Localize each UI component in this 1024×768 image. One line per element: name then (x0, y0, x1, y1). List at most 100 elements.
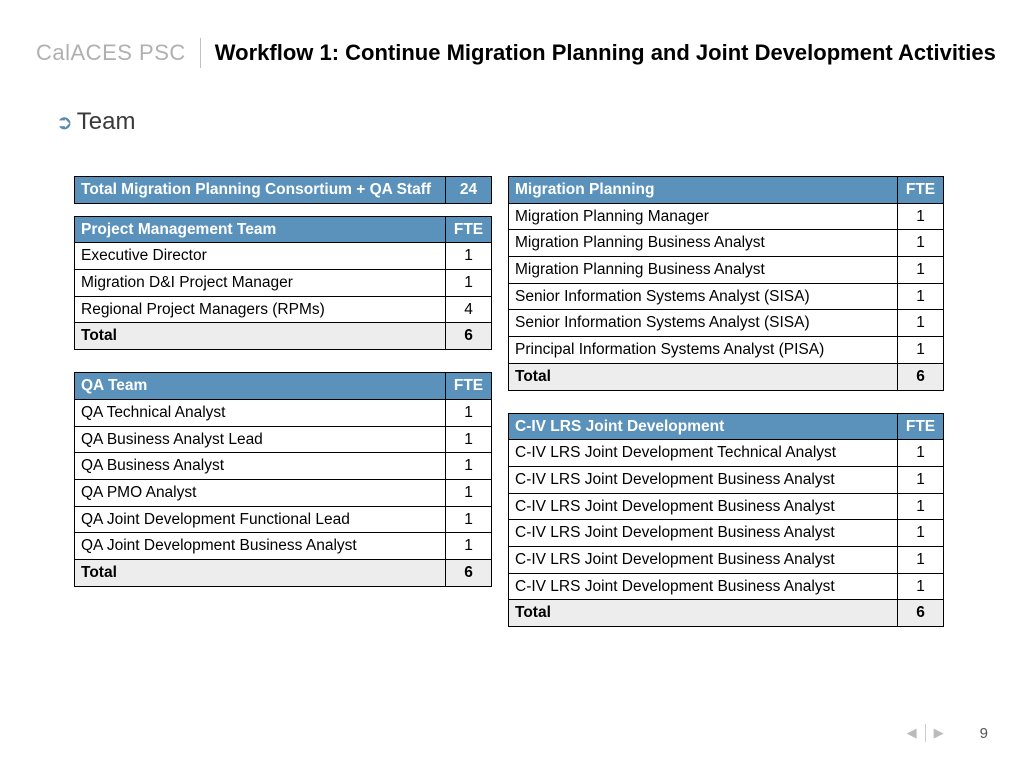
role-cell: Executive Director (75, 243, 446, 270)
fte-cell: 1 (446, 533, 492, 560)
slide-title: Workflow 1: Continue Migration Planning … (215, 40, 996, 66)
slide-footer: ◀ ▶ 9 (907, 724, 988, 742)
project-management-team-table: Project Management Team FTE Executive Di… (74, 216, 492, 350)
role-cell: QA PMO Analyst (75, 479, 446, 506)
qa-team-table: QA Team FTE QA Technical Analyst1QA Busi… (74, 372, 492, 587)
table-row: QA PMO Analyst1 (75, 479, 492, 506)
table-row: Migration Planning Manager1 (509, 203, 944, 230)
next-slide-icon[interactable]: ▶ (934, 725, 944, 741)
table-row: Principal Information Systems Analyst (P… (509, 337, 944, 364)
fte-cell: 1 (898, 337, 944, 364)
fte-cell: 1 (446, 506, 492, 533)
table-row: C-IV LRS Joint Development Business Anal… (509, 520, 944, 547)
arrow-right-icon: ➲ (56, 110, 73, 135)
fte-header: FTE (898, 177, 944, 204)
table-row: QA Business Analyst Lead1 (75, 426, 492, 453)
civ-joint-development-table: C-IV LRS Joint Development FTE C-IV LRS … (508, 413, 944, 628)
role-cell: C-IV LRS Joint Development Technical Ana… (509, 440, 898, 467)
tables-area: Total Migration Planning Consortium + QA… (0, 136, 1024, 649)
total-value: 6 (446, 559, 492, 586)
right-column: Migration Planning FTE Migration Plannin… (508, 176, 944, 649)
fte-header: FTE (446, 216, 492, 243)
role-cell: QA Joint Development Functional Lead (75, 506, 446, 533)
header-divider (200, 38, 201, 68)
table-row: Migration D&I Project Manager1 (75, 270, 492, 297)
fte-cell: 1 (898, 546, 944, 573)
table-row: Migration Planning Business Analyst1 (509, 230, 944, 257)
role-cell: QA Business Analyst (75, 453, 446, 480)
role-cell: QA Joint Development Business Analyst (75, 533, 446, 560)
total-value: 6 (446, 323, 492, 350)
role-cell: QA Business Analyst Lead (75, 426, 446, 453)
table-row: QA Business Analyst1 (75, 453, 492, 480)
page-number: 9 (980, 725, 988, 742)
table-row: QA Joint Development Functional Lead1 (75, 506, 492, 533)
fte-cell: 1 (446, 479, 492, 506)
table-row: Regional Project Managers (RPMs)4 (75, 296, 492, 323)
table-row: Executive Director1 (75, 243, 492, 270)
fte-header: FTE (898, 413, 944, 440)
fte-cell: 1 (898, 203, 944, 230)
fte-cell: 4 (446, 296, 492, 323)
section-heading: ➲ Team (56, 108, 1024, 136)
role-cell: Regional Project Managers (RPMs) (75, 296, 446, 323)
fte-cell: 1 (898, 573, 944, 600)
table-row: Migration Planning Business Analyst1 (509, 257, 944, 284)
table-title: QA Team (75, 373, 446, 400)
role-cell: QA Technical Analyst (75, 399, 446, 426)
table-title: Migration Planning (509, 177, 898, 204)
fte-cell: 1 (898, 440, 944, 467)
table-row: C-IV LRS Joint Development Technical Ana… (509, 440, 944, 467)
fte-header: FTE (446, 373, 492, 400)
role-cell: Senior Information Systems Analyst (SISA… (509, 283, 898, 310)
table-row: Senior Information Systems Analyst (SISA… (509, 283, 944, 310)
prev-slide-icon[interactable]: ◀ (907, 725, 917, 741)
fte-cell: 1 (898, 310, 944, 337)
summary-value: 24 (446, 177, 492, 204)
summary-table: Total Migration Planning Consortium + QA… (74, 176, 492, 204)
left-column: Total Migration Planning Consortium + QA… (74, 176, 492, 649)
role-cell: C-IV LRS Joint Development Business Anal… (509, 493, 898, 520)
brand-text: CalACES PSC (36, 40, 186, 66)
table-row: QA Joint Development Business Analyst1 (75, 533, 492, 560)
fte-cell: 1 (898, 230, 944, 257)
role-cell: Migration Planning Business Analyst (509, 257, 898, 284)
table-title: C-IV LRS Joint Development (509, 413, 898, 440)
fte-cell: 1 (446, 399, 492, 426)
fte-cell: 1 (898, 520, 944, 547)
total-value: 6 (898, 600, 944, 627)
fte-cell: 1 (898, 283, 944, 310)
role-cell: C-IV LRS Joint Development Business Anal… (509, 546, 898, 573)
role-cell: C-IV LRS Joint Development Business Anal… (509, 573, 898, 600)
migration-planning-table: Migration Planning FTE Migration Plannin… (508, 176, 944, 391)
fte-cell: 1 (898, 257, 944, 284)
table-row: Senior Information Systems Analyst (SISA… (509, 310, 944, 337)
total-value: 6 (898, 363, 944, 390)
fte-cell: 1 (446, 426, 492, 453)
total-label: Total (75, 323, 446, 350)
role-cell: Migration D&I Project Manager (75, 270, 446, 297)
fte-cell: 1 (446, 270, 492, 297)
table-row: C-IV LRS Joint Development Business Anal… (509, 493, 944, 520)
fte-cell: 1 (898, 493, 944, 520)
total-label: Total (509, 363, 898, 390)
fte-cell: 1 (898, 466, 944, 493)
summary-label: Total Migration Planning Consortium + QA… (75, 177, 446, 204)
role-cell: Principal Information Systems Analyst (P… (509, 337, 898, 364)
footer-divider (925, 724, 926, 742)
fte-cell: 1 (446, 243, 492, 270)
role-cell: Senior Information Systems Analyst (SISA… (509, 310, 898, 337)
table-row: C-IV LRS Joint Development Business Anal… (509, 573, 944, 600)
fte-cell: 1 (446, 453, 492, 480)
role-cell: C-IV LRS Joint Development Business Anal… (509, 466, 898, 493)
table-row: QA Technical Analyst1 (75, 399, 492, 426)
section-heading-text: Team (77, 108, 136, 136)
slide-header: CalACES PSC Workflow 1: Continue Migrati… (0, 0, 1024, 68)
total-label: Total (75, 559, 446, 586)
total-label: Total (509, 600, 898, 627)
role-cell: Migration Planning Business Analyst (509, 230, 898, 257)
role-cell: C-IV LRS Joint Development Business Anal… (509, 520, 898, 547)
table-row: C-IV LRS Joint Development Business Anal… (509, 546, 944, 573)
role-cell: Migration Planning Manager (509, 203, 898, 230)
table-title: Project Management Team (75, 216, 446, 243)
